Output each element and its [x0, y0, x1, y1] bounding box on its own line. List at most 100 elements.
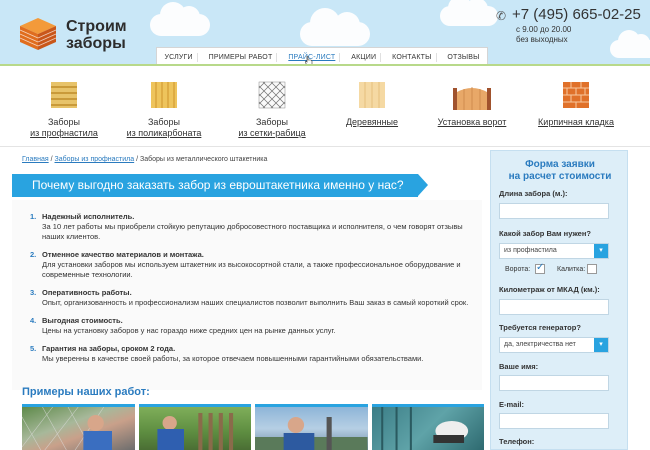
- nav-item-reviews[interactable]: ОТЗЫВЫ: [443, 53, 483, 62]
- breadcrumb-current: Заборы из металлического штакетника: [140, 156, 268, 163]
- gate-label: Ворота:: [505, 266, 531, 273]
- category-polycarbonate[interactable]: Заборы из поликарбоната: [124, 80, 204, 139]
- divider: [0, 146, 650, 147]
- cloud-decoration: [300, 8, 370, 46]
- reason-text: Цены на установку заборов у нас гораздо …: [42, 326, 336, 335]
- reason-number: 2.: [30, 250, 37, 259]
- chevron-down-icon: ▾: [594, 338, 608, 352]
- gate-checkbox[interactable]: [535, 262, 545, 274]
- generator-value: да, электричества нет: [504, 341, 576, 348]
- polycarbonate-icon: [151, 82, 177, 108]
- chain-link-pattern: [22, 407, 112, 450]
- reason-title: Выгодная стоимость.: [42, 316, 123, 325]
- category-label: Заборы: [47, 117, 81, 127]
- nav-item-examples[interactable]: ПРИМЕРЫ РАБОТ: [205, 52, 278, 62]
- reason-title: Гарантия на заборы, сроком 2 года.: [42, 344, 176, 353]
- wood-fence-icon: [359, 82, 385, 108]
- generator-label: Требуется генератор?: [499, 323, 581, 332]
- reasons-list: 1. Надежный исполнитель. За 10 лет работы…: [30, 212, 470, 372]
- reason-number: 3.: [30, 288, 37, 297]
- worker-illustration: [255, 417, 368, 450]
- gate-icon: [453, 87, 491, 110]
- cloud-decoration: [440, 0, 498, 26]
- form-title-line: Форма заявки: [525, 159, 595, 170]
- nav-item-services[interactable]: УСЛУГИ: [160, 52, 198, 62]
- phone-label: Телефон:: [499, 437, 535, 446]
- mkad-input[interactable]: [499, 299, 609, 315]
- reason-title: Отменное качество материалов и монтажа.: [42, 250, 204, 259]
- drill-illustration: [380, 407, 468, 450]
- order-form: Форма заявки на расчет стоимости Длина з…: [490, 150, 628, 450]
- section-banner: Почему выгодно заказать забор из еврошта…: [12, 174, 428, 197]
- email-input[interactable]: [499, 413, 609, 429]
- reason-number: 4.: [30, 316, 37, 325]
- nav-item-promotions[interactable]: АКЦИИ: [347, 52, 382, 62]
- nav-item-contacts[interactable]: КОНТАКТЫ: [388, 52, 437, 62]
- email-label: E-mail:: [499, 400, 525, 409]
- mkad-label: Километраж от МКАД (км.):: [499, 285, 600, 294]
- reason-text: За 10 лет работы мы приобрели стойкую ре…: [42, 222, 463, 241]
- category-label: из сетки-рабица: [238, 128, 306, 138]
- example-photo[interactable]: [138, 404, 251, 450]
- cloud-decoration: [610, 30, 650, 58]
- chevron-down-icon: ▾: [594, 244, 608, 258]
- category-label: из поликарбоната: [126, 128, 202, 138]
- list-item: 4. Выгодная стоимость. Цены на установку …: [30, 316, 470, 336]
- form-title-line: на расчет стоимости: [508, 171, 612, 182]
- hand-cursor-icon: [305, 56, 313, 64]
- reason-text: Опыт, организованность и профессионализм…: [42, 298, 469, 307]
- category-label: Кирпичная кладка: [538, 117, 614, 127]
- site-header: Строим заборы ✆ +7 (495) 665-02-25 с 9.0…: [0, 0, 650, 66]
- list-item: 5. Гарантия на заборы, сроком 2 года. Мы …: [30, 344, 470, 364]
- wicket-label: Калитка:: [557, 266, 586, 273]
- category-label: Заборы: [255, 117, 289, 127]
- brick-icon: [563, 82, 589, 108]
- category-label: из профнастила: [30, 128, 98, 138]
- wicket-checkbox[interactable]: [587, 264, 597, 274]
- examples-gallery: [22, 404, 484, 450]
- reason-title: Оперативность работы.: [42, 288, 132, 297]
- breadcrumb-home[interactable]: Главная: [22, 156, 49, 163]
- category-gates[interactable]: Установка ворот: [432, 80, 512, 128]
- brand-name[interactable]: Строим заборы: [66, 18, 146, 52]
- length-label: Длина забора (м.):: [499, 189, 568, 198]
- list-item: 3. Оперативность работы. Опыт, организова…: [30, 288, 470, 308]
- fence-type-select[interactable]: из профнастила ▾: [499, 243, 609, 259]
- profnastil-icon: [51, 82, 77, 108]
- category-label: Установка ворот: [437, 117, 507, 127]
- hours-line: с 9.00 до 20.00: [516, 25, 572, 34]
- category-mesh[interactable]: Заборы из сетки-рабица: [236, 80, 308, 139]
- reason-title: Надежный исполнитель.: [42, 212, 135, 221]
- category-label: Деревянные: [345, 117, 399, 127]
- fence-type-value: из профнастила: [504, 247, 557, 254]
- name-input[interactable]: [499, 375, 609, 391]
- fence-type-label: Какой забор Вам нужен?: [499, 229, 591, 238]
- main-nav: УСЛУГИ ПРИМЕРЫ РАБОТ ПРАЙС-ЛИСТ АКЦИИ КО…: [156, 47, 488, 64]
- length-input[interactable]: [499, 203, 609, 219]
- working-hours: с 9.00 до 20.00 без выходных: [516, 25, 596, 45]
- example-photo[interactable]: [255, 404, 368, 450]
- example-photo[interactable]: [22, 404, 135, 450]
- breadcrumb: Главная / Заборы из профнастила / Заборы…: [22, 156, 267, 163]
- mesh-icon: [258, 81, 286, 109]
- category-brick[interactable]: Кирпичная кладка: [534, 80, 618, 128]
- reason-number: 5.: [30, 344, 37, 353]
- category-profnastil[interactable]: Заборы из профнастила: [26, 80, 102, 139]
- phone-number[interactable]: +7 (495) 665-02-25: [512, 6, 641, 23]
- reason-text: Мы уверенны в качестве своей работы, за …: [42, 354, 424, 363]
- hours-note: без выходных: [516, 35, 568, 44]
- examples-heading: Примеры наших работ:: [22, 386, 150, 398]
- example-photo[interactable]: [371, 404, 484, 450]
- brick-cube-logo-icon[interactable]: [18, 16, 58, 52]
- category-wood[interactable]: Деревянные: [340, 80, 404, 128]
- list-item: 1. Надежный исполнитель. За 10 лет работы…: [30, 212, 470, 242]
- form-title: Форма заявки на расчет стоимости: [491, 159, 629, 183]
- breadcrumb-parent[interactable]: Заборы из профнастила: [55, 156, 135, 163]
- reason-number: 1.: [30, 212, 37, 221]
- phone-icon: ✆: [496, 9, 507, 23]
- cloud-decoration: [150, 2, 210, 36]
- name-label: Ваше имя:: [499, 362, 539, 371]
- category-label: Заборы: [147, 117, 181, 127]
- category-bar: Заборы из профнастила Заборы из поликарб…: [0, 68, 650, 144]
- generator-select[interactable]: да, электричества нет ▾: [499, 337, 609, 353]
